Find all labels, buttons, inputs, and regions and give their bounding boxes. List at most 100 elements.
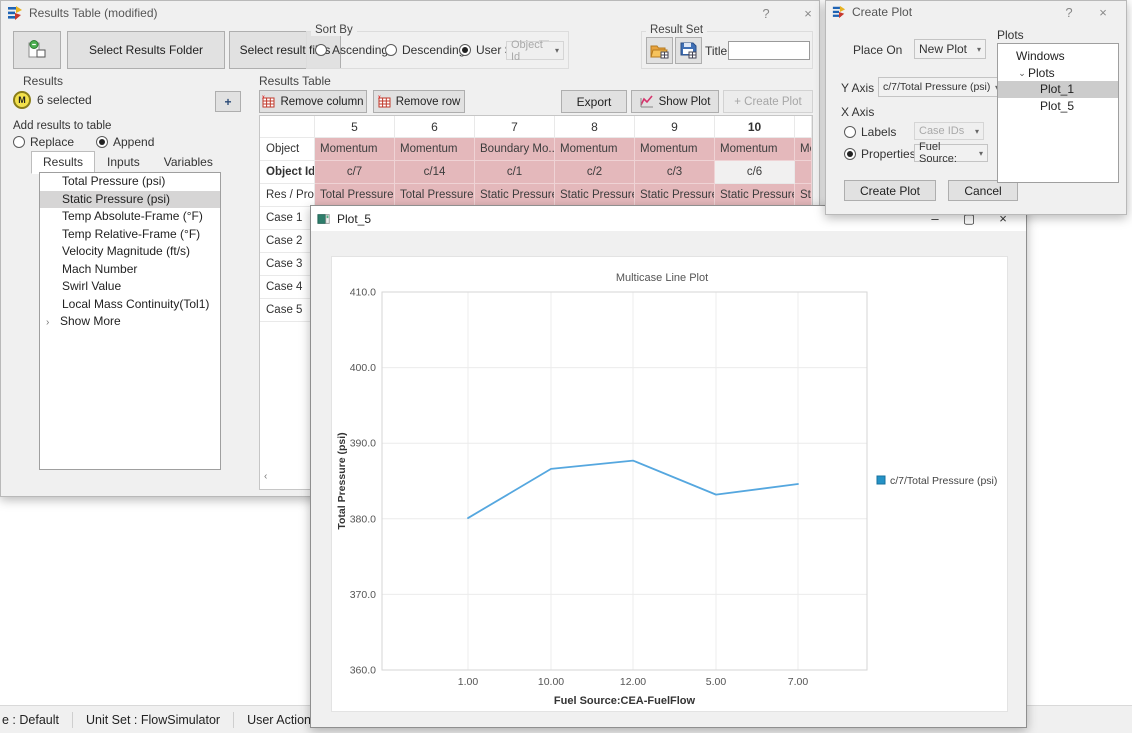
list-item[interactable]: Mach Number bbox=[40, 261, 220, 279]
save-result-set-button[interactable] bbox=[675, 37, 702, 64]
y-axis-dropdown[interactable]: c/7/Total Pressure (psi) ▾ bbox=[878, 77, 1004, 97]
properties-dropdown[interactable]: Fuel Source: ▾ bbox=[914, 144, 988, 162]
chevron-down-icon: ▾ bbox=[972, 127, 979, 136]
sort-descending-radio[interactable]: Descending bbox=[385, 43, 465, 57]
column-header[interactable]: 10 bbox=[715, 116, 795, 138]
svg-text:7.00: 7.00 bbox=[788, 676, 809, 688]
list-item[interactable]: Swirl Value bbox=[40, 278, 220, 296]
tree-item[interactable]: ⌄Plots bbox=[998, 65, 1118, 82]
table-cell[interactable]: c/1 bbox=[475, 161, 555, 184]
tree-item[interactable]: Windows bbox=[998, 48, 1118, 65]
properties-radio[interactable]: Properties bbox=[844, 147, 916, 161]
sort-column-dropdown[interactable]: Object Id ▾ bbox=[506, 41, 564, 60]
cancel-button[interactable]: Cancel bbox=[948, 180, 1018, 201]
help-button[interactable]: ? bbox=[749, 2, 783, 24]
tab-inputs[interactable]: Inputs bbox=[95, 151, 152, 174]
table-cell[interactable]: Momentum bbox=[395, 138, 475, 161]
place-on-dropdown[interactable]: New Plot ▾ bbox=[914, 39, 986, 59]
radio-icon bbox=[13, 136, 25, 148]
save-icon bbox=[680, 42, 697, 59]
list-item[interactable]: Static Pressure (psi) bbox=[40, 191, 220, 209]
close-button[interactable]: × bbox=[1086, 1, 1120, 23]
column-header[interactable]: 9 bbox=[635, 116, 715, 138]
place-on-label: Place On bbox=[853, 43, 902, 57]
list-item[interactable]: Temp Absolute-Frame (°F) bbox=[40, 208, 220, 226]
svg-text:5.00: 5.00 bbox=[706, 676, 727, 688]
table-cell[interactable]: Momentum bbox=[635, 138, 715, 161]
load-result-set-button[interactable] bbox=[646, 37, 673, 64]
list-item[interactable]: Local Mass Continuity(Tol1) bbox=[40, 296, 220, 314]
row-header[interactable]: Case 4 bbox=[260, 276, 315, 299]
table-cell[interactable]: c/2 bbox=[555, 161, 635, 184]
folder-open-icon bbox=[650, 43, 669, 59]
chevron-down-icon: ▾ bbox=[976, 149, 983, 158]
remove-column-icon: x bbox=[262, 95, 275, 108]
sort-ascending-radio[interactable]: Ascending bbox=[315, 43, 388, 57]
column-header[interactable]: 6 bbox=[395, 116, 475, 138]
add-results-button[interactable]: + bbox=[215, 91, 241, 112]
table-cell[interactable] bbox=[795, 161, 812, 184]
row-header[interactable]: Object Id bbox=[260, 161, 315, 184]
row-header[interactable]: Case 3 bbox=[260, 253, 315, 276]
row-header[interactable]: Case 2 bbox=[260, 230, 315, 253]
tab-variables[interactable]: Variables bbox=[152, 151, 225, 174]
select-results-folder-button[interactable]: Select Results Folder bbox=[67, 31, 225, 69]
table-cell[interactable]: c/7 bbox=[315, 161, 395, 184]
window-title: Results Table (modified) bbox=[29, 6, 158, 20]
table-cell[interactable]: Momentum bbox=[715, 138, 795, 161]
row-header[interactable]: Case 5 bbox=[260, 299, 315, 322]
table-cell[interactable]: Momentum bbox=[315, 138, 395, 161]
remove-column-button[interactable]: x Remove column bbox=[259, 90, 367, 113]
radio-icon bbox=[844, 126, 856, 138]
list-item[interactable]: Total Pressure (psi) bbox=[40, 173, 220, 191]
table-cell[interactable]: Total Pressure (... bbox=[315, 184, 395, 207]
row-header[interactable]: Res / Prop bbox=[260, 184, 315, 207]
tree-item[interactable]: Plot_1 bbox=[998, 81, 1118, 98]
table-cell[interactable]: Boundary Mo... bbox=[475, 138, 555, 161]
chevron-down-icon: ▾ bbox=[552, 46, 559, 55]
table-cell[interactable]: Static Pressure ... bbox=[635, 184, 715, 207]
tab-results[interactable]: Results bbox=[31, 151, 95, 174]
list-item[interactable]: Velocity Magnitude (ft/s) bbox=[40, 243, 220, 261]
column-header[interactable] bbox=[260, 116, 315, 138]
column-header[interactable] bbox=[795, 116, 812, 138]
labels-dropdown[interactable]: Case IDs ▾ bbox=[914, 122, 984, 140]
column-header[interactable]: 5 bbox=[315, 116, 395, 138]
list-item[interactable]: Temp Relative-Frame (°F) bbox=[40, 226, 220, 244]
replace-radio[interactable]: Replace bbox=[13, 135, 74, 149]
labels-radio[interactable]: Labels bbox=[844, 125, 896, 139]
column-header[interactable]: 8 bbox=[555, 116, 635, 138]
table-cell[interactable]: Total Pressure (... bbox=[395, 184, 475, 207]
show-more-item[interactable]: ›Show More bbox=[40, 313, 220, 332]
tree-item[interactable]: Plot_5 bbox=[998, 98, 1118, 115]
row-header[interactable]: Case 1 bbox=[260, 207, 315, 230]
table-cell[interactable]: Sta bbox=[795, 184, 812, 207]
result-set-title-input[interactable] bbox=[728, 41, 810, 60]
scroll-left-icon[interactable]: ‹ bbox=[264, 471, 267, 482]
table-cell[interactable]: Static Pressure ... bbox=[475, 184, 555, 207]
create-plot-confirm-button[interactable]: Create Plot bbox=[844, 180, 936, 201]
close-button[interactable]: × bbox=[791, 2, 825, 24]
remove-row-icon: x bbox=[378, 95, 391, 108]
results-table-label: Results Table bbox=[259, 74, 331, 88]
table-cell[interactable]: Momentum bbox=[555, 138, 635, 161]
radio-icon bbox=[844, 148, 856, 160]
show-plot-button[interactable]: Show Plot bbox=[631, 90, 719, 113]
table-cell[interactable]: c/3 bbox=[635, 161, 715, 184]
column-header[interactable]: 7 bbox=[475, 116, 555, 138]
export-button[interactable]: Export bbox=[561, 90, 627, 113]
table-cell[interactable]: c/14 bbox=[395, 161, 475, 184]
table-cell[interactable]: c/6 bbox=[715, 161, 795, 184]
add-result-file-button[interactable] bbox=[13, 31, 61, 69]
append-radio[interactable]: Append bbox=[96, 135, 154, 149]
svg-text:Fuel Source:CEA-FuelFlow: Fuel Source:CEA-FuelFlow bbox=[554, 695, 696, 707]
table-cell[interactable]: Mo bbox=[795, 138, 812, 161]
create-plot-button[interactable]: + Create Plot bbox=[723, 90, 813, 113]
help-button[interactable]: ? bbox=[1052, 1, 1086, 23]
svg-text:380.0: 380.0 bbox=[350, 513, 376, 525]
row-header[interactable]: Object bbox=[260, 138, 315, 161]
svg-text:10.00: 10.00 bbox=[538, 676, 564, 688]
table-cell[interactable]: Static Pressure ... bbox=[715, 184, 795, 207]
table-cell[interactable]: Static Pressure ... bbox=[555, 184, 635, 207]
remove-row-button[interactable]: x Remove row bbox=[373, 90, 465, 113]
